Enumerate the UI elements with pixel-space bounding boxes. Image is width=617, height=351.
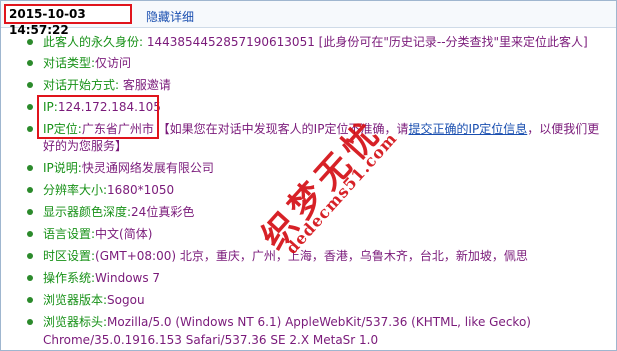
chat-start-label: 对话开始方式: bbox=[43, 78, 120, 92]
submit-ip-location-link[interactable]: 提交正确的IP定位信息 bbox=[408, 122, 527, 136]
visit-timestamp: 2015-10-03 14:57:22 bbox=[4, 4, 132, 37]
bullet-icon bbox=[27, 165, 33, 171]
os-label: 操作系统: bbox=[43, 271, 96, 285]
bullet-icon bbox=[27, 209, 33, 215]
chat-type-label: 对话类型: bbox=[43, 56, 96, 70]
resolution-value: 1680*1050 bbox=[107, 183, 175, 197]
bullet-icon bbox=[27, 319, 33, 325]
bullet-icon bbox=[27, 39, 33, 45]
bullet-icon bbox=[27, 126, 33, 132]
bullet-icon bbox=[27, 253, 33, 259]
bullet-icon bbox=[27, 104, 33, 110]
os-value: Windows 7 bbox=[95, 271, 161, 285]
ip-desc-value: 快灵通网络发展有限公司 bbox=[81, 161, 214, 175]
permanent-id-value: 1443854452857190613051 bbox=[146, 35, 315, 49]
bullet-icon bbox=[27, 82, 33, 88]
bullet-icon bbox=[27, 275, 33, 281]
bullet-icon bbox=[27, 297, 33, 303]
details-header: 2015-10-03 14:57:22 隐藏详细 bbox=[1, 1, 616, 37]
timezone-label: 时区设置: bbox=[43, 249, 96, 263]
color-depth-label: 显示器颜色深度: bbox=[43, 205, 132, 219]
hide-details-link[interactable]: 隐藏详细 bbox=[146, 8, 194, 25]
user-agent-value-line1: Mozilla/5.0 (Windows NT 6.1) AppleWebKit… bbox=[107, 315, 531, 329]
ip-location-note-tail: ，以便我们更 bbox=[527, 122, 600, 136]
language-value: 中文(简体) bbox=[95, 227, 153, 241]
ip-location-note: 【如果您在对话中发现客人的IP定位不准确，请 bbox=[157, 122, 409, 136]
timezone-value: (GMT+08:00) 北京，重庆，广州，上海，香港，乌鲁木齐，台北，新加坡，佩… bbox=[95, 249, 528, 263]
ip-highlight-box bbox=[37, 95, 159, 139]
resolution-label: 分辨率大小: bbox=[43, 183, 108, 197]
bullet-icon bbox=[27, 187, 33, 193]
bullet-icon bbox=[27, 60, 33, 66]
chat-start-value: 客服邀请 bbox=[122, 78, 171, 92]
color-depth-value: 24位真彩色 bbox=[131, 205, 195, 219]
chat-type-value: 仅访问 bbox=[95, 56, 132, 70]
permanent-id-note: [此身份可在"历史记录--分类查找"里来定位此客人] bbox=[318, 35, 588, 49]
user-agent-label: 浏览器标头: bbox=[43, 315, 108, 329]
permanent-id-label: 此客人的永久身份: bbox=[43, 35, 144, 49]
ip-location-note-line2: 好的为您服务】 bbox=[43, 139, 128, 153]
ip-desc-label: IP说明: bbox=[43, 161, 82, 175]
browser-version-value: Sogou bbox=[107, 293, 145, 307]
language-label: 语言设置: bbox=[43, 227, 96, 241]
bullet-icon bbox=[27, 231, 33, 237]
browser-version-label: 浏览器版本: bbox=[43, 293, 108, 307]
user-agent-value-line2: Chrome/35.0.1916.153 Safari/537.36 SE 2.… bbox=[43, 333, 379, 347]
